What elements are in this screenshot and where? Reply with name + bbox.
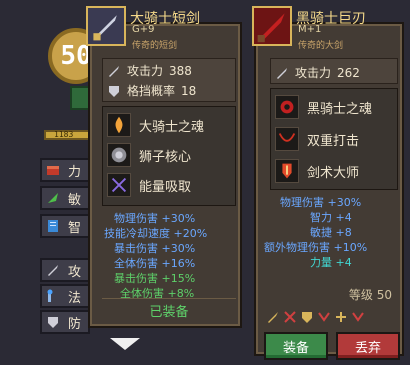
attack-stat: 攻击力 388 — [107, 62, 192, 79]
modifier-line: 全体伤害 +16% — [114, 257, 196, 270]
stat-label: 防 — [68, 316, 82, 332]
chevron-down-icon[interactable] — [108, 336, 142, 352]
double-strike-icon — [275, 127, 299, 151]
modifier-line: 智力 +4 — [310, 211, 352, 224]
modifier-line: 物理伤害 +30% — [280, 196, 362, 209]
skill-item: 大骑士之魂 — [107, 113, 204, 137]
item-enhancement: G+9 — [132, 24, 155, 35]
flame-icon — [107, 113, 131, 137]
stat-row-agility[interactable]: 敏 — [40, 186, 90, 210]
chevron-down-icon — [318, 312, 330, 322]
skill-item: 狮子核心 — [107, 143, 191, 167]
modifier-line: 暴击伤害 +15% — [114, 272, 196, 285]
compare-item-tooltip: 黑骑士巨刃 M+1 传奇的大剑 攻击力 262 黑骑士之魂 双重打击 剑术大师 … — [252, 6, 404, 360]
energy-drain-icon — [107, 173, 131, 197]
modifier-line: 暴击伤害 +30% — [114, 242, 196, 255]
modifier-line: 物理伤害 +30% — [114, 212, 196, 225]
sword-master-icon — [275, 159, 299, 183]
block-stat: 格挡概率 18 — [107, 82, 196, 99]
stat-label: 法 — [68, 290, 82, 306]
crossed-swords-icon — [284, 311, 296, 323]
modifier-line: 技能冷却速度 +20% — [104, 227, 208, 240]
sword-icon — [277, 67, 287, 79]
modifier-line: 敏捷 +8 — [310, 226, 352, 239]
stat-row-intelligence[interactable]: 智 — [40, 214, 90, 238]
base-stats: 攻击力 388 格挡概率 18 — [102, 58, 236, 102]
equipped-status: 已装备 — [149, 304, 189, 320]
sword-icon — [48, 265, 58, 276]
shield-icon — [302, 312, 312, 323]
skill-item: 剑术大师 — [275, 159, 359, 183]
stat-label: 敏 — [68, 192, 82, 208]
attack-label: 攻击力 — [295, 66, 332, 80]
short-sword-icon — [86, 6, 126, 46]
shield-icon — [48, 317, 58, 328]
experience-bar: 1183 — [44, 130, 94, 140]
leaf-icon — [48, 193, 58, 203]
staff-icon — [47, 289, 53, 302]
base-stats: 攻击力 262 — [270, 58, 398, 84]
sword-icon — [109, 65, 119, 77]
stat-row-defense[interactable]: 防 — [40, 310, 90, 334]
great-sword-icon — [252, 6, 292, 46]
modifier-line: 力量 +4 — [310, 256, 352, 269]
book-icon — [48, 220, 58, 232]
item-rarity: 传奇的短剑 — [132, 41, 178, 51]
block-value: 18 — [181, 83, 197, 98]
attack-value: 262 — [337, 65, 360, 80]
equipped-item-tooltip: 大骑士短剑 G+9 传奇的短剑 攻击力 388 格挡概率 18 大骑士之魂 狮子… — [86, 6, 242, 328]
stat-label: 智 — [68, 220, 82, 236]
required-level: 等级 50 — [348, 288, 392, 302]
stat-label: 力 — [68, 164, 82, 180]
item-enhancement: M+1 — [298, 24, 322, 35]
attack-stat: 攻击力 262 — [275, 64, 360, 81]
attack-label: 攻击力 — [127, 64, 164, 78]
stat-row-magic[interactable]: 法 — [40, 284, 90, 308]
plus-icon — [336, 312, 346, 322]
stat-label: 攻 — [68, 264, 82, 280]
fist-icon — [47, 166, 59, 175]
block-label: 格挡概率 — [127, 84, 176, 98]
skill-list: 黑骑士之魂 双重打击 剑术大师 — [270, 88, 398, 190]
dagger-icon — [268, 312, 278, 323]
stat-row-attack[interactable]: 攻 — [40, 258, 90, 282]
skill-item: 双重打击 — [275, 127, 359, 151]
chevron-down-icon — [352, 312, 364, 322]
drop-button[interactable]: 丢弃 — [336, 332, 400, 360]
stat-row-strength[interactable]: 力 — [40, 158, 90, 182]
skill-item: 黑骑士之魂 — [275, 95, 372, 119]
skill-item: 能量吸取 — [107, 173, 191, 197]
shield-icon — [109, 85, 119, 97]
attack-value: 388 — [169, 63, 192, 78]
class-icons — [266, 310, 365, 324]
dark-knight-icon — [275, 95, 299, 119]
equip-button[interactable]: 装备 — [264, 332, 328, 360]
modifier-line: 额外物理伤害 +10% — [264, 241, 368, 254]
lion-icon — [107, 143, 131, 167]
skill-list: 大骑士之魂 狮子核心 能量吸取 — [102, 106, 236, 206]
item-rarity: 传奇的大剑 — [298, 41, 344, 51]
